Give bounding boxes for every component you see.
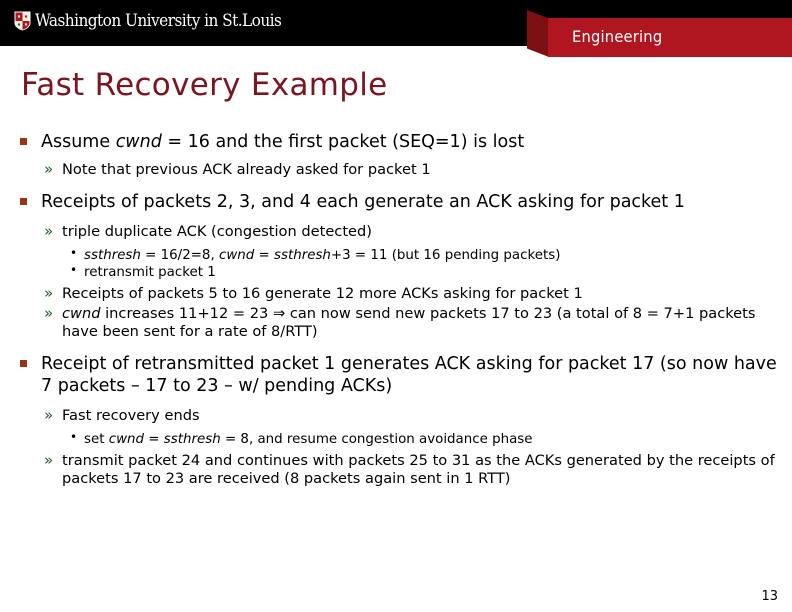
chevron-bullet-icon: » <box>44 284 54 303</box>
engineering-ribbon: Engineering <box>527 10 792 57</box>
chevron-bullet-icon: » <box>44 450 54 469</box>
bullet-level2: » Receipts of packets 5 to 16 generate 1… <box>18 284 778 303</box>
bullet-level2: » cwnd increases 11+12 = 23 ⇒ can now se… <box>18 303 778 342</box>
chevron-bullet-icon: » <box>44 406 54 425</box>
bullet-text: Receipts of packets 2, 3, and 4 each gen… <box>41 192 685 213</box>
variable-ssthresh: ssthresh <box>163 431 221 447</box>
bullet-text: increases 11+12 = 23 ⇒ can now send new … <box>62 304 756 340</box>
ribbon-label: Engineering <box>572 27 663 46</box>
bullet-text-cont: = <box>144 431 164 447</box>
bullet-level3: • ssthresh = 16/2=8, cwnd = ssthresh+3 =… <box>18 245 778 264</box>
university-wordmark: Washington University in St.Louis <box>35 10 282 30</box>
bullet-level2: » triple duplicate ACK (congestion detec… <box>18 222 778 241</box>
dot-bullet-icon: • <box>70 429 78 444</box>
variable-ssthresh: ssthresh <box>84 247 141 263</box>
slide-body: Assume cwnd = 16 and the first packet (S… <box>18 131 778 490</box>
bullet-level2: » Note that previous ACK already asked f… <box>18 160 778 179</box>
chevron-bullet-icon: » <box>44 222 54 241</box>
chevron-bullet-icon: » <box>44 160 54 179</box>
bullet-text-cont: = <box>254 247 275 263</box>
bullet-text-end: +3 = 11 (but 16 pending packets) <box>330 247 561 263</box>
bullet-level3: • set cwnd = ssthresh = 8, and resume co… <box>18 429 778 448</box>
variable-cwnd: cwnd <box>218 247 255 263</box>
bullet-text: triple duplicate ACK (congestion detecte… <box>62 223 372 241</box>
bullet-text-cont: = 16 and the first packet (SEQ=1) is los… <box>161 132 525 152</box>
page-title: Fast Recovery Example <box>21 67 388 103</box>
dot-bullet-icon: • <box>70 245 78 260</box>
square-bullet-icon <box>20 198 27 206</box>
ribbon-fold-icon <box>527 10 549 57</box>
dot-bullet-icon: • <box>70 263 78 277</box>
chevron-bullet-icon: » <box>44 303 54 322</box>
bullet-text: Assume <box>41 132 116 152</box>
bullet-text: Note that previous ACK already asked for… <box>62 161 431 179</box>
bullet-text: Receipt of retransmitted packet 1 genera… <box>41 354 777 397</box>
bullet-text: transmit packet 24 and continues with pa… <box>62 451 775 488</box>
bullet-level3: • retransmit packet 1 <box>18 263 778 281</box>
variable-cwnd: cwnd <box>115 132 162 152</box>
variable-cwnd: cwnd <box>108 431 145 447</box>
bullet-level1: Assume cwnd = 16 and the first packet (S… <box>18 131 778 153</box>
shield-crest-icon <box>14 11 31 31</box>
bullet-text-end: = 8, and resume congestion avoidance pha… <box>220 431 533 447</box>
bullet-text: = 16/2=8, <box>140 247 219 263</box>
bullet-level2: » transmit packet 24 and continues with … <box>18 450 778 489</box>
bullet-text: retransmit packet 1 <box>84 265 216 280</box>
square-bullet-icon <box>20 360 27 368</box>
bullet-level1: Receipt of retransmitted packet 1 genera… <box>18 353 778 397</box>
page-number: 13 <box>761 589 778 604</box>
square-bullet-icon <box>20 138 27 145</box>
variable-cwnd: cwnd <box>62 304 101 322</box>
variable-ssthresh-2: ssthresh <box>274 247 331 263</box>
bullet-level1: Receipts of packets 2, 3, and 4 each gen… <box>18 191 778 213</box>
bullet-text: Fast recovery ends <box>62 407 200 425</box>
bullet-text: Receipts of packets 5 to 16 generate 12 … <box>62 285 583 303</box>
bullet-level2: » Fast recovery ends <box>18 406 778 425</box>
university-logo: Washington University in St.Louis <box>14 11 300 31</box>
bullet-text: set <box>84 431 109 447</box>
